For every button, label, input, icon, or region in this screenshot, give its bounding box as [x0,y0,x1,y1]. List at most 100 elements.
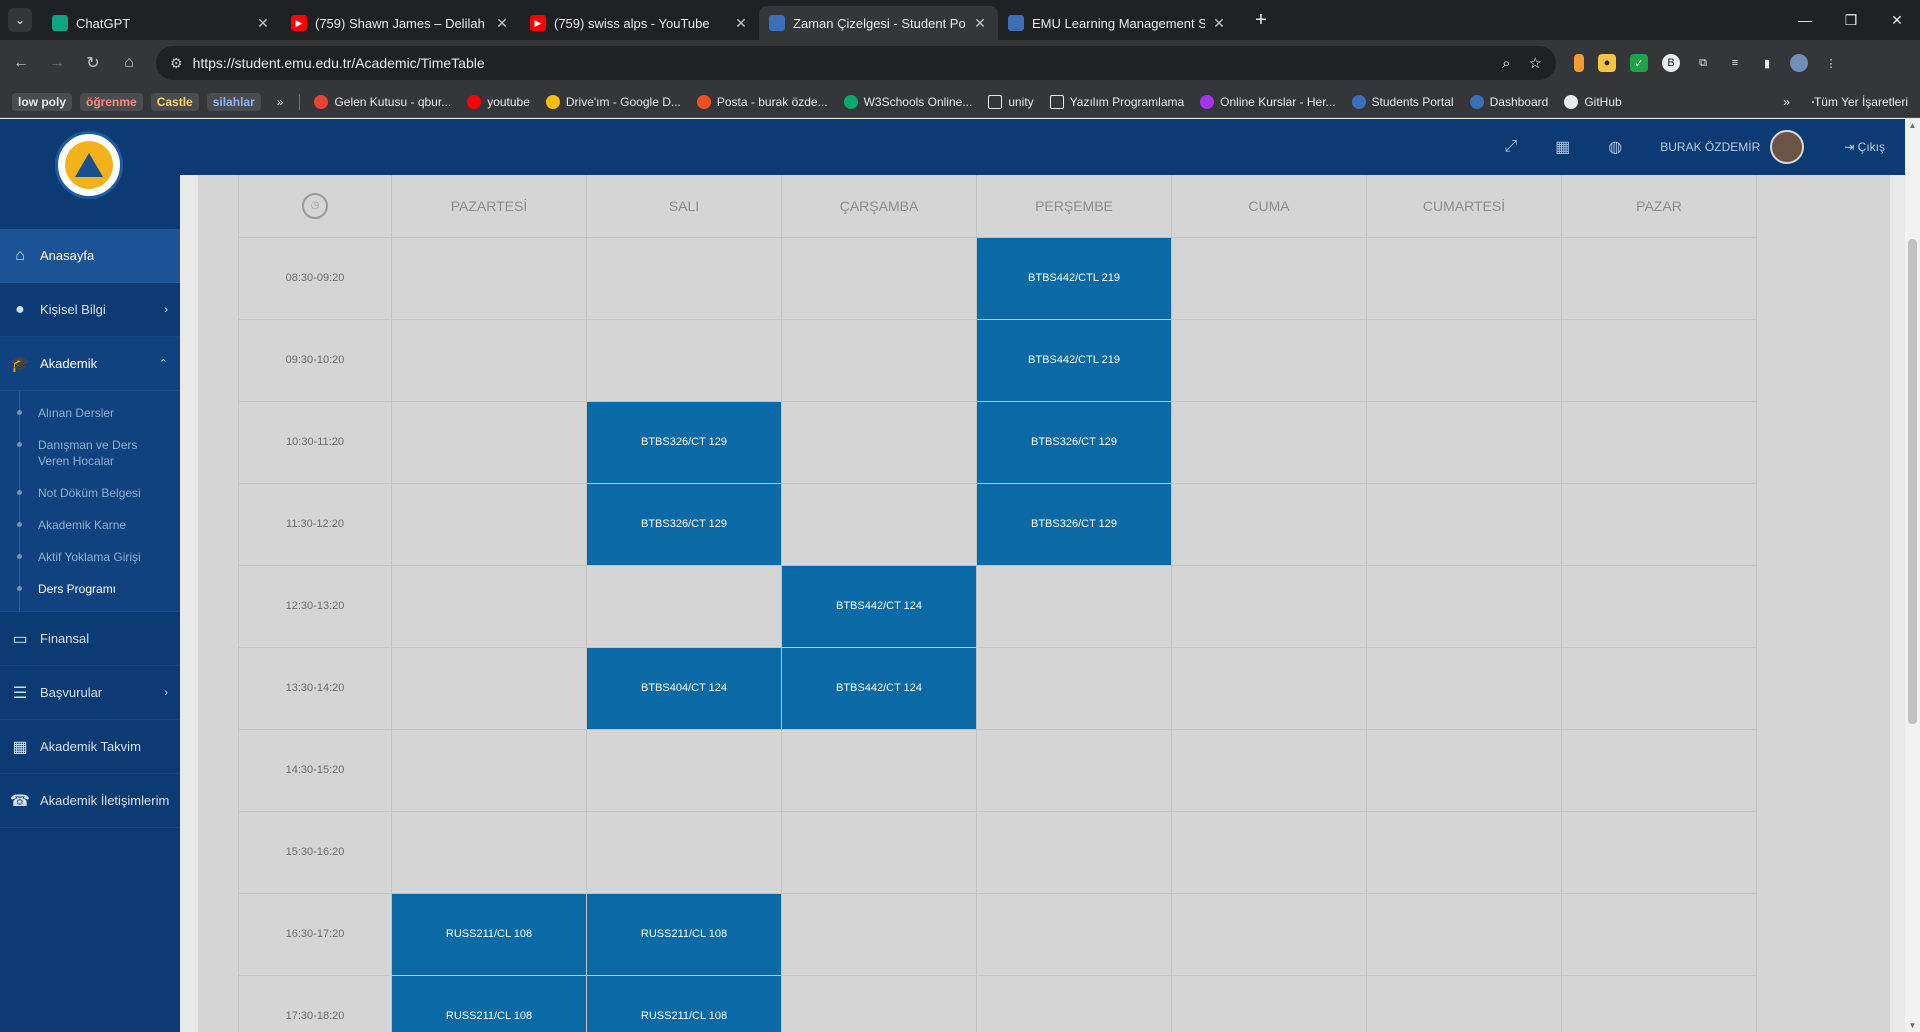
bookmark-label: öğrenme [86,94,137,109]
submenu-item[interactable]: Alınan Dersler [0,397,180,429]
user-name[interactable]: BURAK ÖZDEMİR [1660,140,1760,154]
class-cell[interactable]: BTBS442/CT 124 [781,564,977,648]
scroll-up-arrow[interactable]: ▲ [1908,121,1917,130]
side-panel-icon[interactable]: ▮ [1758,54,1776,72]
class-cell[interactable]: BTBS442/CTL 219 [976,236,1172,320]
bookmark-item[interactable]: GitHub [1564,94,1622,109]
close-tab-icon[interactable]: ✕ [733,15,749,32]
language-globe-icon[interactable]: ◍ [1608,137,1622,157]
back-button[interactable]: ← [6,54,36,72]
close-tab-icon[interactable]: ✕ [494,15,510,32]
apps-grid-icon[interactable]: ▦ [1555,137,1570,157]
avatar[interactable] [1770,130,1805,164]
extensions-puzzle-icon[interactable]: ⧉ [1694,54,1712,72]
bookmark-favicon-icon [1200,94,1215,109]
browser-tab[interactable]: EMU Learning Management Sy ✕ [998,6,1237,40]
bookmark-item[interactable]: Dashboard [1469,94,1548,109]
bookmark-item[interactable]: Posta - burak özde... [696,94,828,109]
bookmark-label: unity [1008,94,1034,109]
browser-tab[interactable]: ChatGPT ✕ [42,6,281,40]
scroll-thumb[interactable] [1908,239,1917,724]
bookmark-item[interactable]: youtube [467,94,530,109]
extensions-area: ● ✓ B ⧉ ≡ ▮ ⋮ [1574,54,1840,72]
extension-yellow-icon[interactable]: ● [1598,54,1616,72]
sidebar-item-academic-calendar[interactable]: ▦ Akademik Takvim [0,720,180,774]
timetable-row: 17:30-18:20 RUSS211/CL 108 RUSS211/CL 108 [238,974,1757,1032]
empty-cell [1171,974,1367,1032]
fullscreen-icon[interactable]: ⤢ [1504,138,1517,156]
sidebar-item-financial[interactable]: ▭ Finansal [0,612,180,666]
restore-button[interactable]: ❐ [1828,12,1874,29]
extension-orange-icon[interactable] [1574,54,1584,72]
submenu-item[interactable]: Not Döküm Belgesi [0,477,180,509]
submenu-item[interactable]: Aktif Yoklama Girişi [0,541,180,573]
sidebar-item-academic[interactable]: 🎓 Akademik ⌃ [0,337,180,391]
bookmark-item[interactable]: Online Kurslar - Her... [1200,94,1336,109]
bookmark-item[interactable]: W3Schools Online... [843,94,972,109]
tab-search-button[interactable]: ⌄ [8,8,32,32]
bookmarks-chevron-icon[interactable]: » [277,95,284,109]
scroll-down-arrow[interactable]: ▼ [1908,1021,1917,1030]
site-info-icon[interactable]: ⚙ [170,55,183,72]
empty-cell [1171,646,1367,730]
more-menu-icon[interactable]: ⋮ [1822,54,1840,72]
close-window-button[interactable]: ✕ [1874,12,1920,29]
empty-cell [1366,728,1562,812]
sidebar-item-personal-info[interactable]: ● Kişisel Bilgi › [0,283,180,337]
minimize-button[interactable]: — [1782,12,1828,29]
bookmark-item[interactable]: Yazılım Programlama [1049,94,1184,109]
class-cell[interactable]: BTBS326/CT 129 [586,482,782,566]
class-cell[interactable]: BTBS326/CT 129 [976,400,1172,484]
bookmarks-overflow-icon[interactable]: » [1783,95,1790,109]
close-tab-icon[interactable]: ✕ [1211,15,1227,32]
class-cell[interactable]: BTBS442/CT 124 [781,646,977,730]
bookmark-item[interactable]: Castle [150,92,199,111]
zoom-icon[interactable]: ⌕ [1502,55,1510,72]
class-cell[interactable]: BTBS326/CT 129 [586,400,782,484]
class-cell[interactable]: RUSS211/CL 108 [586,892,782,976]
all-bookmarks-link[interactable]: Tüm Yer İşaretleri [1814,95,1908,109]
emu-logo[interactable] [55,131,123,199]
profile-badge-icon[interactable]: B [1662,54,1680,72]
sidebar-item-academic-contacts[interactable]: ☎ Akademik İletişimlerim [0,774,180,828]
page-scrollbar[interactable]: ▲ ▼ [1905,119,1920,1032]
media-control-icon[interactable]: ≡ [1726,54,1744,72]
bookmark-item[interactable]: Students Portal [1351,94,1454,109]
submenu-item[interactable]: Ders Programı [0,573,180,605]
bookmark-label: silahlar [212,94,255,109]
submenu-item[interactable]: Danışman ve Ders Veren Hocalar [0,429,180,477]
bookmark-item[interactable]: unity [988,94,1034,109]
new-tab-button[interactable]: + [1247,9,1275,32]
class-cell[interactable]: BTBS404/CT 124 [586,646,782,730]
submenu-item[interactable]: Akademik Karne [0,509,180,541]
class-cell[interactable]: RUSS211/CL 108 [391,974,587,1032]
bookmark-item[interactable]: Drive'ım - Google D... [545,94,681,109]
address-bar[interactable]: ⚙ https://student.emu.edu.tr/Academic/Ti… [156,46,1556,80]
bookmark-item[interactable]: öğrenme [80,92,143,111]
bookmark-item[interactable]: low poly [12,92,72,111]
home-button[interactable]: ⌂ [114,54,144,72]
sidebar-item-home[interactable]: ⌂ Anasayfa [0,229,180,283]
bookmark-item[interactable]: silahlar [206,92,261,111]
sidebar-item-applications[interactable]: ☰ Başvurular › [0,666,180,720]
class-cell[interactable]: RUSS211/CL 108 [391,892,587,976]
browser-tab[interactable]: ▶ (759) swiss alps - YouTube ✕ [520,6,759,40]
class-cell[interactable]: BTBS326/CT 129 [976,482,1172,566]
logout-link[interactable]: ⇥ Çıkış [1844,140,1885,154]
close-tab-icon[interactable]: ✕ [255,15,271,32]
reload-button[interactable]: ↻ [78,53,108,73]
empty-cell [1366,810,1562,894]
browser-tab[interactable]: ▶ (759) Shawn James – Delilah - Y ✕ [281,6,520,40]
class-cell[interactable]: RUSS211/CL 108 [586,974,782,1032]
url-text[interactable]: https://student.emu.edu.tr/Academic/Time… [193,55,1485,71]
profile-avatar-icon[interactable] [1790,54,1808,72]
day-header: PERŞEMBE [976,175,1172,237]
bookmark-item[interactable]: Gelen Kutusu - qbur... [314,94,451,109]
extension-check-icon[interactable]: ✓ [1630,54,1648,72]
bookmark-star-icon[interactable]: ☆ [1529,54,1542,72]
close-tab-icon[interactable]: ✕ [972,15,988,32]
browser-tab[interactable]: Zaman Çizelgesi - Student Porta ✕ [759,6,998,40]
home-icon: ⌂ [15,246,25,264]
forward-button[interactable]: → [42,54,72,72]
class-cell[interactable]: BTBS442/CTL 219 [976,318,1172,402]
